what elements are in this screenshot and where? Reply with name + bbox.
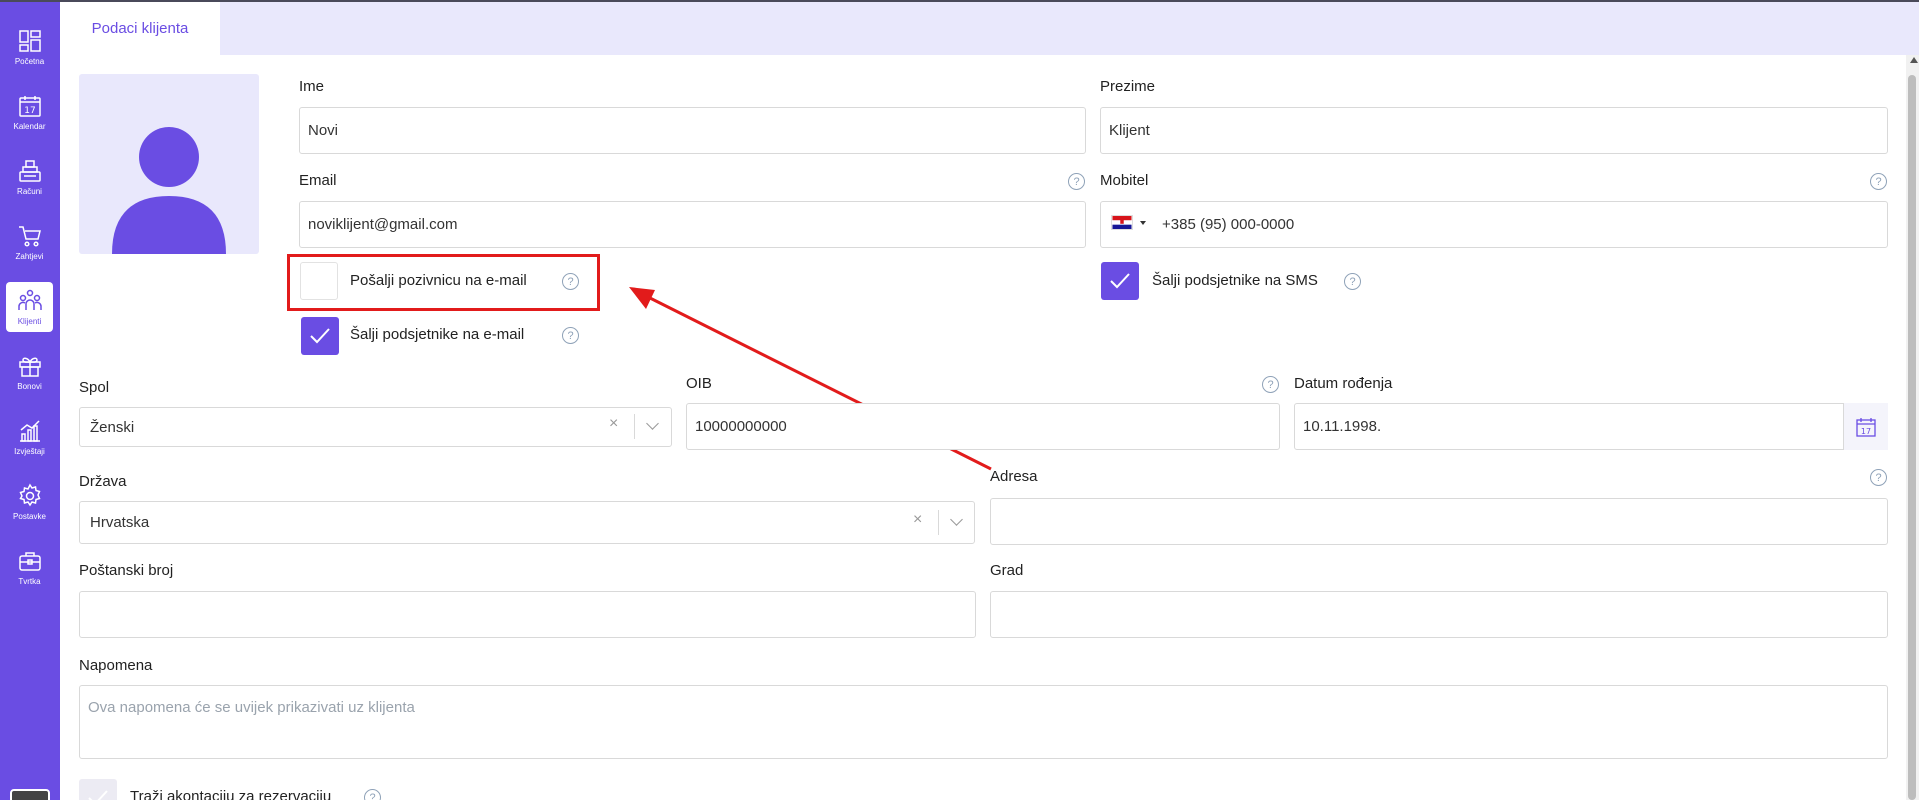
calendar-icon: 17 <box>1856 417 1876 437</box>
spol-select[interactable]: Ženski <box>79 407 672 447</box>
napomena-label: Napomena <box>79 657 153 674</box>
drzava-clear-icon[interactable]: × <box>913 511 922 529</box>
datum-rodjenja-input[interactable]: 10.11.1998. <box>1294 403 1888 450</box>
drzava-value: Hrvatska <box>90 514 150 531</box>
drzava-separator <box>938 510 939 535</box>
adresa-label: Adresa <box>990 468 1038 485</box>
datum-rodjenja-label: Datum rođenja <box>1294 375 1393 392</box>
spol-value: Ženski <box>90 418 135 436</box>
drzava-label: Država <box>79 473 127 490</box>
drzava-select[interactable]: Hrvatska <box>79 501 975 544</box>
datum-value: 10.11.1998. <box>1303 418 1382 435</box>
spol-label: Spol <box>79 379 110 396</box>
spol-separator <box>634 414 635 439</box>
oib-help-icon[interactable]: ? <box>1262 376 1279 393</box>
oib-label: OIB <box>686 375 712 392</box>
checkmark-icon <box>88 790 108 800</box>
spol-clear-icon[interactable]: × <box>609 415 618 433</box>
postanski-broj-label: Poštanski broj <box>79 562 174 579</box>
window-top-border <box>0 0 1919 2</box>
date-picker-button[interactable]: 17 <box>1843 403 1888 450</box>
adresa-help-icon[interactable]: ? <box>1870 469 1887 486</box>
grad-label: Grad <box>990 562 1024 579</box>
adresa-input[interactable] <box>990 498 1888 545</box>
grad-input[interactable] <box>990 591 1888 638</box>
oib-input[interactable]: 10000000000 <box>686 403 1280 450</box>
annotation-arrow <box>629 287 992 471</box>
napomena-textarea[interactable]: Ova napomena će se uvijek prikazivati uz… <box>79 685 1888 759</box>
akontacija-help-icon[interactable]: ? <box>364 789 381 800</box>
svg-text:17: 17 <box>1861 427 1871 436</box>
postanski-broj-input[interactable] <box>79 591 976 638</box>
akontacija-label: Traži akontaciju za rezervaciju <box>130 788 332 800</box>
oib-value: 10000000000 <box>695 418 787 435</box>
napomena-placeholder: Ova napomena će se uvijek prikazivati uz… <box>88 699 415 716</box>
akontacija-checkbox[interactable] <box>79 779 117 800</box>
